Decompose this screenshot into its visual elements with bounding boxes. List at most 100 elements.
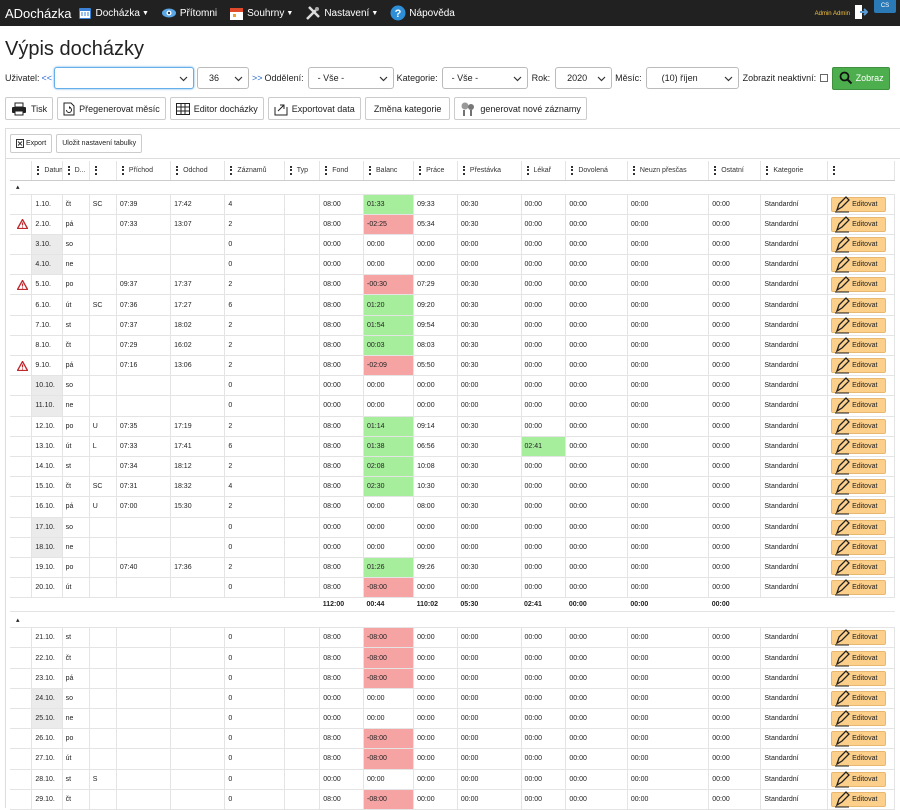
drag-handle-icon[interactable]: [176, 166, 179, 175]
table-row[interactable]: 6.10. út SC 07:36 17:27 6 08:00 01:20 09:20 00:30…: [10, 294, 895, 316]
attendance-editor-button[interactable]: Editor docházky: [169, 97, 264, 120]
column-header[interactable]: Odchod: [170, 161, 226, 181]
edit-button[interactable]: Editovat: [831, 498, 887, 515]
column-header[interactable]: Fond: [319, 161, 365, 181]
table-row[interactable]: 18.10. ne 0 00:00 00:00 00:00 00:00 00:00 00:00 0…: [10, 537, 895, 558]
save-table-settings-button[interactable]: Uložit nastavení tabulky: [56, 134, 143, 153]
nav-item-2[interactable]: Souhrny ▼: [229, 5, 293, 21]
table-row[interactable]: 23.10. pá 0 08:00 -08:00 00:00 00:00 00:00 00:00…: [10, 668, 895, 689]
nav-item-4[interactable]: ? Nápověda: [390, 5, 455, 21]
edit-button[interactable]: Editovat: [831, 750, 887, 767]
drag-handle-icon[interactable]: [419, 166, 422, 175]
drag-handle-icon[interactable]: [37, 166, 40, 175]
column-header[interactable]: Ostatní: [708, 161, 762, 181]
table-row[interactable]: 22.10. čt 0 08:00 -08:00 00:00 00:00 00:00 00:00…: [10, 647, 895, 669]
table-row[interactable]: 12.10. po U 07:35 17:19 2 08:00 01:14 09:14 00:30…: [10, 416, 895, 437]
column-header[interactable]: Datum: [31, 161, 63, 181]
generate-records-button[interactable]: generovat nové záznamy: [454, 97, 587, 120]
table-row[interactable]: 28.10. st S 0 00:00 00:00 00:00 00:00 00:00 00:00…: [10, 769, 895, 790]
table-row[interactable]: 19.10. po 07:40 17:36 2 08:00 01:26 09:26 00:30 0…: [10, 557, 895, 579]
inactive-checkbox[interactable]: [820, 74, 829, 82]
drag-handle-icon[interactable]: [325, 166, 328, 175]
edit-button[interactable]: Editovat: [831, 538, 887, 556]
user-number-select[interactable]: 36: [197, 67, 250, 89]
edit-button[interactable]: Editovat: [831, 256, 887, 273]
edit-button[interactable]: Editovat: [831, 669, 887, 687]
column-header[interactable]: Záznamů: [224, 161, 285, 181]
edit-button[interactable]: Editovat: [831, 437, 887, 455]
edit-button[interactable]: Editovat: [831, 579, 887, 596]
column-header[interactable]: Typ: [284, 161, 321, 181]
edit-button[interactable]: Editovat: [831, 710, 887, 727]
column-header[interactable]: D...: [62, 161, 90, 181]
drag-handle-icon[interactable]: [766, 166, 769, 175]
edit-button[interactable]: Editovat: [831, 276, 887, 293]
table-row[interactable]: 3.10. so 0 00:00 00:00 00:00 00:00 00:00 00:00 00…: [10, 234, 895, 256]
table-row[interactable]: 1.10. čt SC 07:39 17:42 4 08:00 01:33 09:33 00:30…: [10, 194, 895, 215]
edit-button[interactable]: Editovat: [831, 770, 887, 788]
edit-button[interactable]: Editovat: [831, 316, 887, 334]
edit-button[interactable]: Editovat: [831, 377, 887, 394]
edit-button[interactable]: Editovat: [831, 215, 887, 233]
edit-button[interactable]: Editovat: [831, 458, 887, 475]
drag-handle-icon[interactable]: [632, 166, 635, 175]
user-select[interactable]: [54, 67, 195, 89]
table-row[interactable]: 21.10. st 0 08:00 -08:00 00:00 00:00 00:00 00:00…: [10, 627, 895, 649]
edit-button[interactable]: Editovat: [831, 195, 887, 213]
year-select[interactable]: 2020: [555, 67, 613, 89]
month-select[interactable]: (10) říjen: [645, 67, 739, 89]
drag-handle-icon[interactable]: [714, 166, 717, 175]
department-select[interactable]: - Vše -: [307, 67, 394, 89]
table-row[interactable]: 13.10. út L 07:33 17:41 6 08:00 01:38 06:56 00:30…: [10, 436, 895, 457]
table-row[interactable]: 17.10. so 0 00:00 00:00 00:00 00:00 00:00 00:00 0…: [10, 517, 895, 538]
group-header[interactable]: ▴: [10, 180, 895, 195]
edit-button[interactable]: Editovat: [831, 689, 887, 707]
table-row[interactable]: 10.10. so 0 00:00 00:00 00:00 00:00 00:00 00:00 0…: [10, 375, 895, 397]
drag-handle-icon[interactable]: [67, 166, 70, 175]
export-button[interactable]: Export: [10, 134, 53, 153]
group-header[interactable]: ▴: [10, 611, 895, 629]
table-row[interactable]: 8.10. čt 07:29 16:02 2 08:00 00:03 08:03 00:30 00…: [10, 335, 895, 357]
column-header[interactable]: Dovolená: [565, 161, 628, 181]
column-header[interactable]: Práce: [413, 161, 458, 181]
drag-handle-icon[interactable]: [121, 166, 124, 175]
table-row[interactable]: 14.10. st 07:34 18:12 2 08:00 02:08 10:08 00:30 0…: [10, 456, 895, 478]
drag-handle-icon[interactable]: [230, 166, 233, 175]
category-select[interactable]: - Vše -: [441, 67, 528, 89]
edit-button[interactable]: Editovat: [831, 417, 887, 435]
table-row[interactable]: 20.10. út 0 08:00 -08:00 00:00 00:00 00:00 00:00…: [10, 577, 895, 599]
column-header[interactable]: Lékař: [521, 161, 567, 181]
table-row[interactable]: 5.10. po 09:37 17:37 2 08:00 -00:30 07:29 00:30 0…: [10, 274, 895, 296]
edit-button[interactable]: Editovat: [831, 649, 887, 667]
edit-button[interactable]: Editovat: [831, 296, 887, 314]
column-header[interactable]: Balanc: [363, 161, 415, 181]
group-toggle-icon[interactable]: ▴: [10, 180, 895, 195]
table-row[interactable]: 2.10. pá 07:33 13:07 2 08:00 -02:25 05:34 00:30 0…: [10, 214, 895, 235]
app-brand[interactable]: ADocházka: [0, 6, 78, 21]
prev-user-link[interactable]: <<: [42, 73, 53, 83]
regenerate-month-button[interactable]: Přegenerovat měsíc: [57, 97, 166, 120]
edit-button[interactable]: Editovat: [831, 478, 887, 495]
drag-handle-icon[interactable]: [369, 166, 372, 175]
nav-item-1[interactable]: Přítomni: [161, 5, 217, 21]
column-header[interactable]: Neuzn přesčas: [627, 161, 710, 181]
column-header[interactable]: Příchod: [116, 161, 172, 181]
drag-handle-icon[interactable]: [462, 166, 465, 175]
edit-button[interactable]: Editovat: [831, 559, 887, 576]
drag-handle-icon[interactable]: [833, 166, 836, 175]
column-header[interactable]: Přestávka: [457, 161, 522, 181]
table-row[interactable]: 9.10. pá 07:16 13:06 2 08:00 -02:09 05:50 00:30 0…: [10, 355, 895, 377]
table-row[interactable]: 4.10. ne 0 00:00 00:00 00:00 00:00 00:00 00:00 00…: [10, 254, 895, 276]
table-row[interactable]: 27.10. út 0 08:00 -08:00 00:00 00:00 00:00 00:00…: [10, 748, 895, 770]
edit-button[interactable]: Editovat: [831, 730, 887, 747]
column-header[interactable]: [827, 161, 895, 181]
table-row[interactable]: 11.10. ne 0 00:00 00:00 00:00 00:00 00:00 00:00 0…: [10, 395, 895, 417]
edit-button[interactable]: Editovat: [831, 236, 887, 253]
drag-handle-icon[interactable]: [526, 166, 529, 175]
next-user-link[interactable]: >>: [252, 73, 263, 83]
column-header[interactable]: [89, 161, 117, 181]
drag-handle-icon[interactable]: [571, 166, 574, 175]
change-category-button[interactable]: Změna kategorie: [364, 97, 451, 120]
edit-button[interactable]: Editovat: [831, 336, 887, 354]
table-row[interactable]: 24.10. so 0 00:00 00:00 00:00 00:00 00:00 00:00 0…: [10, 688, 895, 710]
